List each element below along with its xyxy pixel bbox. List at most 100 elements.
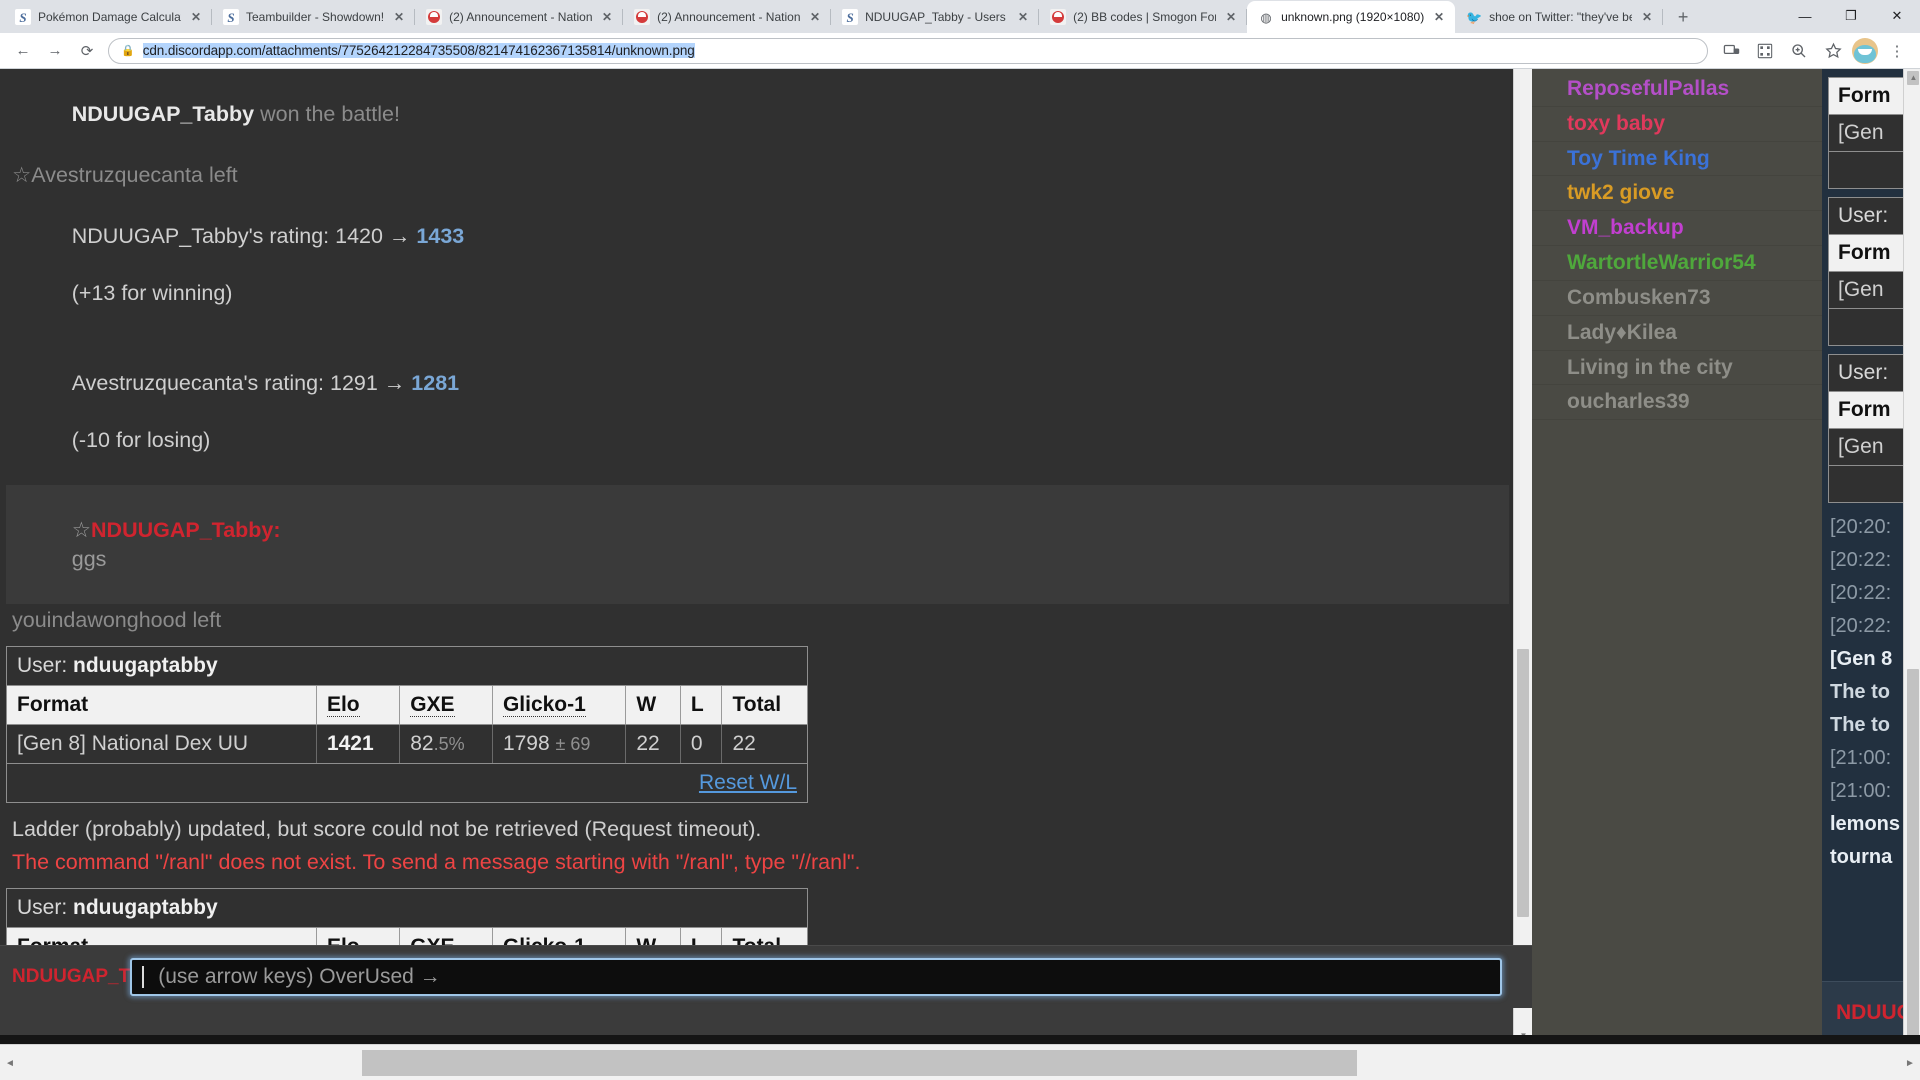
- page-bottom-strip: [0, 1035, 1920, 1044]
- smogon-icon: [1050, 9, 1067, 25]
- tab-close-icon[interactable]: ✕: [391, 9, 407, 25]
- reset-wl-link[interactable]: Reset W/L: [699, 771, 797, 794]
- window-controls: — ❐ ✕: [1782, 0, 1920, 32]
- forward-icon[interactable]: →: [40, 36, 70, 66]
- scroll-left-arrow-icon[interactable]: ◄: [0, 1045, 20, 1080]
- table-row: [Gen 8] National Dex UU 1421 82.5% 1798 …: [7, 724, 807, 765]
- cell-format: [Gen 8] National Dex UU: [7, 724, 317, 765]
- user-label: User:: [17, 654, 68, 678]
- cell-total: 22: [721, 724, 807, 765]
- restore-button[interactable]: ❐: [1828, 0, 1874, 32]
- tab-close-icon[interactable]: ✕: [807, 9, 823, 25]
- col-w: W: [625, 686, 681, 726]
- new-tab-button[interactable]: +: [1669, 3, 1697, 31]
- smogon-icon: [634, 9, 651, 25]
- browser-tab-7[interactable]: 🐦 shoe on Twitter: "they've be ✕: [1455, 1, 1664, 33]
- cell-gxe: 82.5%: [399, 724, 493, 765]
- reload-icon[interactable]: ⟳: [72, 36, 102, 66]
- star-icon: ☆: [71, 517, 92, 542]
- browser-tab-2[interactable]: (2) Announcement - Nation ✕: [415, 1, 624, 33]
- scrollbar-thumb[interactable]: [1907, 669, 1919, 1044]
- user-list-item[interactable]: oucharles39: [1532, 385, 1822, 421]
- col-total: Total: [721, 686, 807, 726]
- zoom-icon[interactable]: [1784, 36, 1814, 66]
- leave-message: ☆Avestruzquecanta left: [12, 162, 238, 187]
- chat-scrollbar[interactable]: ▼: [1513, 69, 1532, 1044]
- ladder-table-1: User: nduugaptabby Format Elo GXE Glicko…: [6, 646, 808, 804]
- battle-result-message: NDUUGAP_Tabby won the battle!: [6, 69, 1509, 159]
- rating-change-message-2: Avestruzquecanta's rating: 1291 → 1281 (…: [6, 338, 1509, 485]
- chat-username[interactable]: NDUUGAP_Tabby:: [91, 518, 281, 542]
- image-file-icon: ◍: [1258, 9, 1275, 25]
- page-horizontal-scrollbar[interactable]: ◄ ►: [0, 1044, 1920, 1080]
- showdown-icon: S: [15, 9, 31, 25]
- new-rating: 1433: [416, 223, 465, 248]
- user-list-item[interactable]: twk2 giove: [1532, 176, 1822, 212]
- back-icon[interactable]: ←: [8, 36, 38, 66]
- command-error-notice: The command "/ranl" does not exist. To s…: [12, 849, 861, 874]
- col-format: Format: [7, 686, 317, 726]
- ladder-user-header: User: nduugaptabby: [7, 889, 807, 929]
- user-list-sidebar[interactable]: ReposefulPallas toxy baby Toy Time King …: [1532, 69, 1822, 1044]
- browser-tab-3[interactable]: (2) Announcement - Nation ✕: [623, 1, 832, 33]
- chatbar-username: NDUUG: [1836, 1001, 1913, 1024]
- user-list-item[interactable]: toxy baby: [1532, 107, 1822, 142]
- user-list-item[interactable]: ReposefulPallas: [1532, 72, 1822, 107]
- browser-toolbar: ← → ⟳ 🔒 cdn.discordapp.com/attachments/7…: [0, 33, 1920, 69]
- user-list-item[interactable]: Lady♦Kilea: [1532, 316, 1822, 351]
- ladder-timeout-notice: Ladder (probably) updated, but score cou…: [12, 817, 762, 842]
- chat-log[interactable]: NDUUGAP_Tabby won the battle! ☆Avestruzq…: [0, 69, 1515, 981]
- profile-avatar[interactable]: [1852, 37, 1878, 64]
- browser-window: S Pokémon Damage Calculator ✕ S Teambuil…: [0, 0, 1920, 1080]
- col-glicko[interactable]: Glicko-1: [492, 686, 627, 726]
- tab-close-icon[interactable]: ✕: [1015, 9, 1031, 25]
- rating-change-message-1: NDUUGAP_Tabby's rating: 1420 → 1433 (+13…: [6, 191, 1509, 338]
- scroll-up-arrow-icon[interactable]: ▲: [1904, 69, 1920, 86]
- user-list-item[interactable]: Combusken73: [1532, 281, 1822, 316]
- secondary-room-scrollbar[interactable]: ▲: [1903, 69, 1920, 1044]
- address-bar[interactable]: 🔒 cdn.discordapp.com/attachments/7752642…: [108, 37, 1708, 64]
- twitter-icon: 🐦: [1466, 9, 1483, 25]
- tab-title: (2) Announcement - Nation: [657, 10, 801, 24]
- col-elo[interactable]: Elo: [316, 686, 401, 726]
- result-text: won the battle!: [254, 101, 400, 126]
- rating-delta: (+13 for winning): [71, 281, 233, 306]
- cast-icon[interactable]: [1716, 36, 1746, 66]
- tab-close-icon[interactable]: ✕: [188, 9, 204, 25]
- lock-icon: 🔒: [121, 45, 135, 57]
- smogon-icon: [426, 9, 443, 25]
- new-rating: 1281: [411, 370, 460, 395]
- bookmark-star-icon[interactable]: [1818, 36, 1848, 66]
- minimize-button[interactable]: —: [1782, 0, 1828, 32]
- browser-tab-6-active[interactable]: ◍ unknown.png (1920×1080) ✕: [1247, 1, 1456, 33]
- tab-close-icon[interactable]: ✕: [599, 9, 615, 25]
- close-window-button[interactable]: ✕: [1874, 0, 1920, 32]
- qr-code-icon[interactable]: [1750, 36, 1780, 66]
- tab-close-icon[interactable]: ✕: [1431, 9, 1447, 25]
- chat-input-bar: NDUUGAP_T (use arrow keys) OverUsed →: [0, 945, 1532, 1008]
- viewed-image-content: NDUUGAP_Tabby won the battle! ☆Avestruzq…: [0, 69, 1920, 1080]
- tab-close-icon[interactable]: ✕: [1223, 9, 1239, 25]
- user-name: nduugaptabby: [73, 896, 218, 920]
- user-list-item[interactable]: WartortleWarrior54: [1532, 246, 1822, 281]
- col-gxe[interactable]: GXE: [399, 686, 493, 726]
- rating-delta: (-10 for losing): [71, 428, 211, 453]
- tab-title: (2) Announcement - Nation: [449, 10, 593, 24]
- scrollbar-thumb[interactable]: [362, 1050, 1357, 1076]
- user-list-item[interactable]: VM_backup: [1532, 211, 1822, 247]
- browser-tab-0[interactable]: S Pokémon Damage Calculator ✕: [4, 1, 212, 33]
- user-list-item[interactable]: Living in the city: [1532, 351, 1822, 386]
- url-text: cdn.discordapp.com/attachments/775264212…: [142, 43, 695, 58]
- browser-tab-5[interactable]: (2) BB codes | Smogon Foru ✕: [1039, 1, 1248, 33]
- winner-name: NDUUGAP_Tabby: [71, 101, 255, 126]
- col-l: L: [680, 686, 723, 726]
- chat-input-field[interactable]: (use arrow keys) OverUsed →: [130, 958, 1502, 996]
- kebab-menu-icon[interactable]: ⋮: [1882, 36, 1912, 66]
- browser-tab-1[interactable]: S Teambuilder - Showdown! ✕: [212, 1, 416, 33]
- scrollbar-thumb[interactable]: [1517, 649, 1529, 917]
- scroll-right-arrow-icon[interactable]: ►: [1900, 1045, 1920, 1080]
- rating-line-pre: Avestruzquecanta's rating: 1291 →: [71, 370, 412, 395]
- browser-tab-4[interactable]: S NDUUGAP_Tabby - Users - ✕: [831, 1, 1040, 33]
- user-list-item[interactable]: Toy Time King: [1532, 142, 1822, 177]
- tab-close-icon[interactable]: ✕: [1639, 9, 1655, 25]
